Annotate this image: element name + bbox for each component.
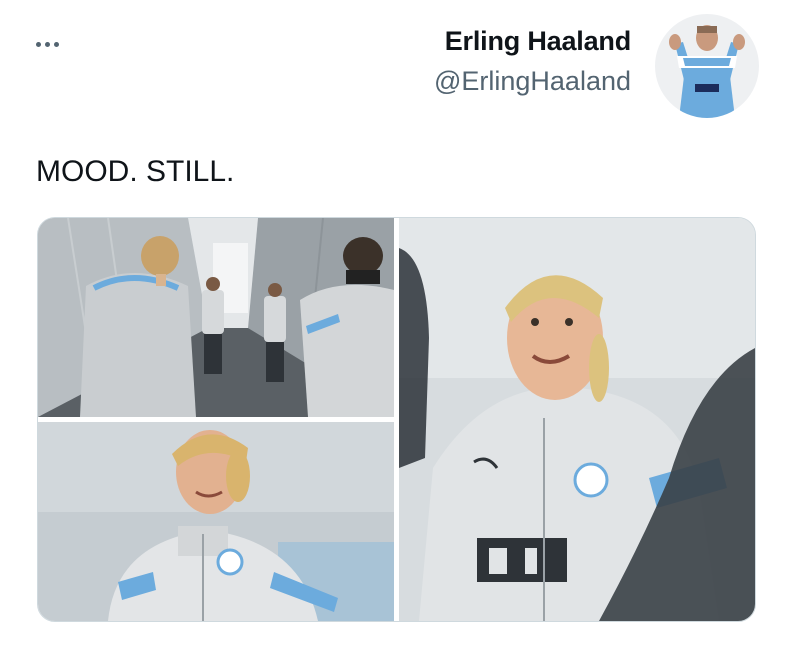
author-display-name[interactable]: Erling Haaland	[434, 24, 631, 58]
author-avatar[interactable]	[655, 14, 759, 118]
tunnel-photo-image	[38, 218, 394, 417]
more-icon-dot	[45, 41, 50, 47]
tweet-text: MOOD. STILL.	[36, 155, 235, 188]
media-grid	[37, 217, 756, 622]
avatar-image	[655, 14, 759, 118]
media-photo-smiling[interactable]	[38, 422, 394, 621]
smiling-photo-image	[38, 422, 394, 621]
more-options-button[interactable]	[36, 34, 72, 54]
media-photo-closeup[interactable]	[399, 218, 755, 621]
more-icon-dot	[36, 41, 41, 47]
more-icon-dot	[54, 41, 59, 47]
tweet-author[interactable]: Erling Haaland @ErlingHaaland	[434, 24, 631, 100]
media-photo-tunnel[interactable]	[38, 218, 394, 417]
closeup-photo-image	[399, 218, 755, 621]
author-handle[interactable]: @ErlingHaaland	[434, 62, 631, 100]
